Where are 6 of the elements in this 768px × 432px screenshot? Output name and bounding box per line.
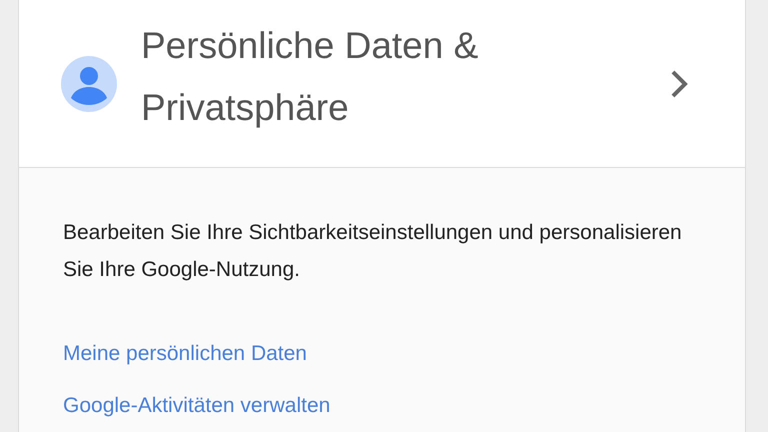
settings-link[interactable]: Google-Aktivitäten verwalten [63,388,330,424]
chevron-right-icon[interactable] [669,68,689,98]
user-avatar-icon [61,56,117,112]
card-title: Persönliche Daten & Privatsphäre [141,24,480,130]
settings-link[interactable]: Meine persönlichen Daten [63,336,307,372]
card-description: Bearbeiten Sie Ihre Sichtbarkeitseinstellungen und personalisieren Sie Ihre Google-Nutzung. [63,220,683,283]
